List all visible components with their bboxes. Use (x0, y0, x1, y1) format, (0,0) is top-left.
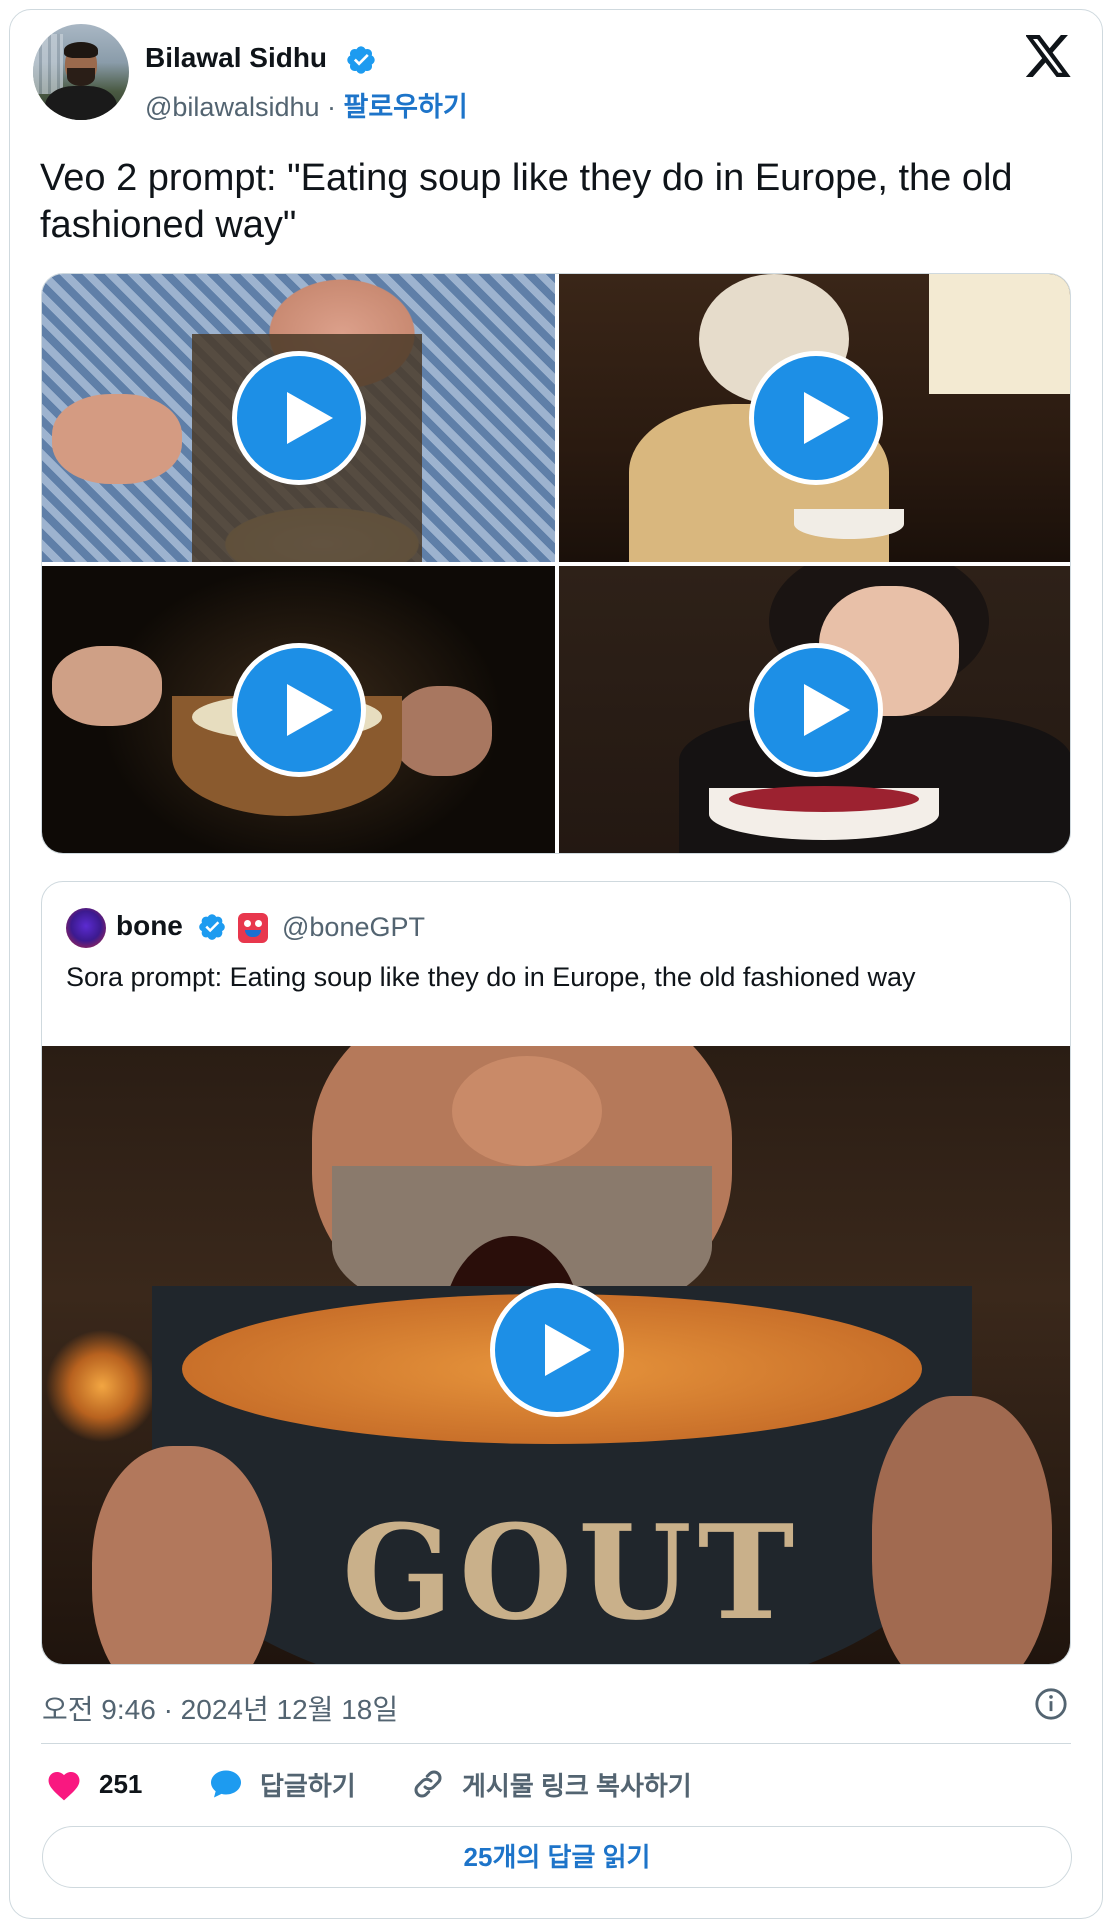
quoted-author-name[interactable]: bone (116, 910, 183, 942)
video-thumbnail-2[interactable] (559, 274, 1070, 562)
reply-button[interactable]: 답글하기 (208, 1764, 356, 1804)
x-logo-icon[interactable] (1026, 35, 1072, 77)
quoted-tweet-text: Sora prompt: Eating soup like they do in… (66, 962, 916, 992)
quoted-tweet[interactable]: bone @boneGPT Sora prompt: Eating soup l… (41, 881, 1071, 1665)
play-icon[interactable] (232, 351, 366, 485)
reply-label: 답글하기 (260, 1770, 356, 1801)
thumbnail-detail (729, 786, 919, 812)
thumbnail-detail (392, 686, 492, 776)
play-icon[interactable] (490, 1283, 624, 1417)
info-icon[interactable] (1034, 1687, 1068, 1721)
handle-separator: · (319, 92, 344, 122)
thumbnail-detail (92, 1446, 272, 1664)
play-icon[interactable] (749, 351, 883, 485)
verified-badge-icon (347, 46, 375, 74)
thumbnail-detail (52, 646, 162, 726)
avatar-beard (67, 68, 95, 86)
heart-icon (48, 1771, 80, 1801)
author-name[interactable]: Bilawal Sidhu (145, 42, 327, 74)
quoted-author-handle[interactable]: @boneGPT (282, 912, 425, 943)
thumbnail-detail (872, 1396, 1052, 1664)
divider (41, 1743, 1071, 1744)
play-icon[interactable] (232, 643, 366, 777)
copy-link-label: 게시물 링크 복사하기 (462, 1770, 692, 1801)
like-button[interactable]: 251 (45, 1764, 142, 1804)
thumbnail-detail (52, 394, 182, 484)
avatar-body (45, 86, 117, 120)
reply-bubble-icon (211, 1770, 241, 1798)
author-handle[interactable]: @bilawalsidhu (145, 92, 320, 122)
media-grid (41, 273, 1071, 854)
read-replies-button[interactable]: 25개의 답글 읽기 (42, 1826, 1072, 1888)
affiliate-badge-icon (238, 913, 268, 943)
video-thumbnail-3[interactable] (42, 566, 555, 853)
play-icon[interactable] (749, 643, 883, 777)
video-thumbnail-4[interactable] (559, 566, 1070, 853)
tweet-timestamp[interactable]: 오전 9:46 · 2024년 12월 18일 (42, 1688, 398, 1728)
bowl-lettering: GOUT (342, 1496, 801, 1649)
like-count: 251 (99, 1768, 143, 1799)
thumbnail-detail (794, 509, 904, 539)
quoted-video-thumbnail[interactable]: GOUT (42, 1046, 1070, 1664)
link-icon (414, 1770, 442, 1798)
tweet-text: Veo 2 prompt: "Eating soup like they do … (40, 157, 1013, 246)
follow-link[interactable]: 팔로우하기 (344, 92, 468, 122)
author-handle-row: @bilawalsidhu · 팔로우하기 (145, 85, 468, 124)
author-avatar[interactable] (33, 24, 129, 120)
copy-link-button[interactable]: 게시물 링크 복사하기 (410, 1764, 692, 1804)
video-thumbnail-1[interactable] (42, 274, 555, 562)
quoted-author-avatar[interactable] (66, 908, 106, 948)
avatar-hair (64, 42, 98, 58)
verified-badge-icon (199, 914, 225, 940)
thumbnail-detail (452, 1056, 602, 1166)
thumbnail-detail (929, 274, 1070, 394)
avatar-city-background (33, 34, 63, 94)
